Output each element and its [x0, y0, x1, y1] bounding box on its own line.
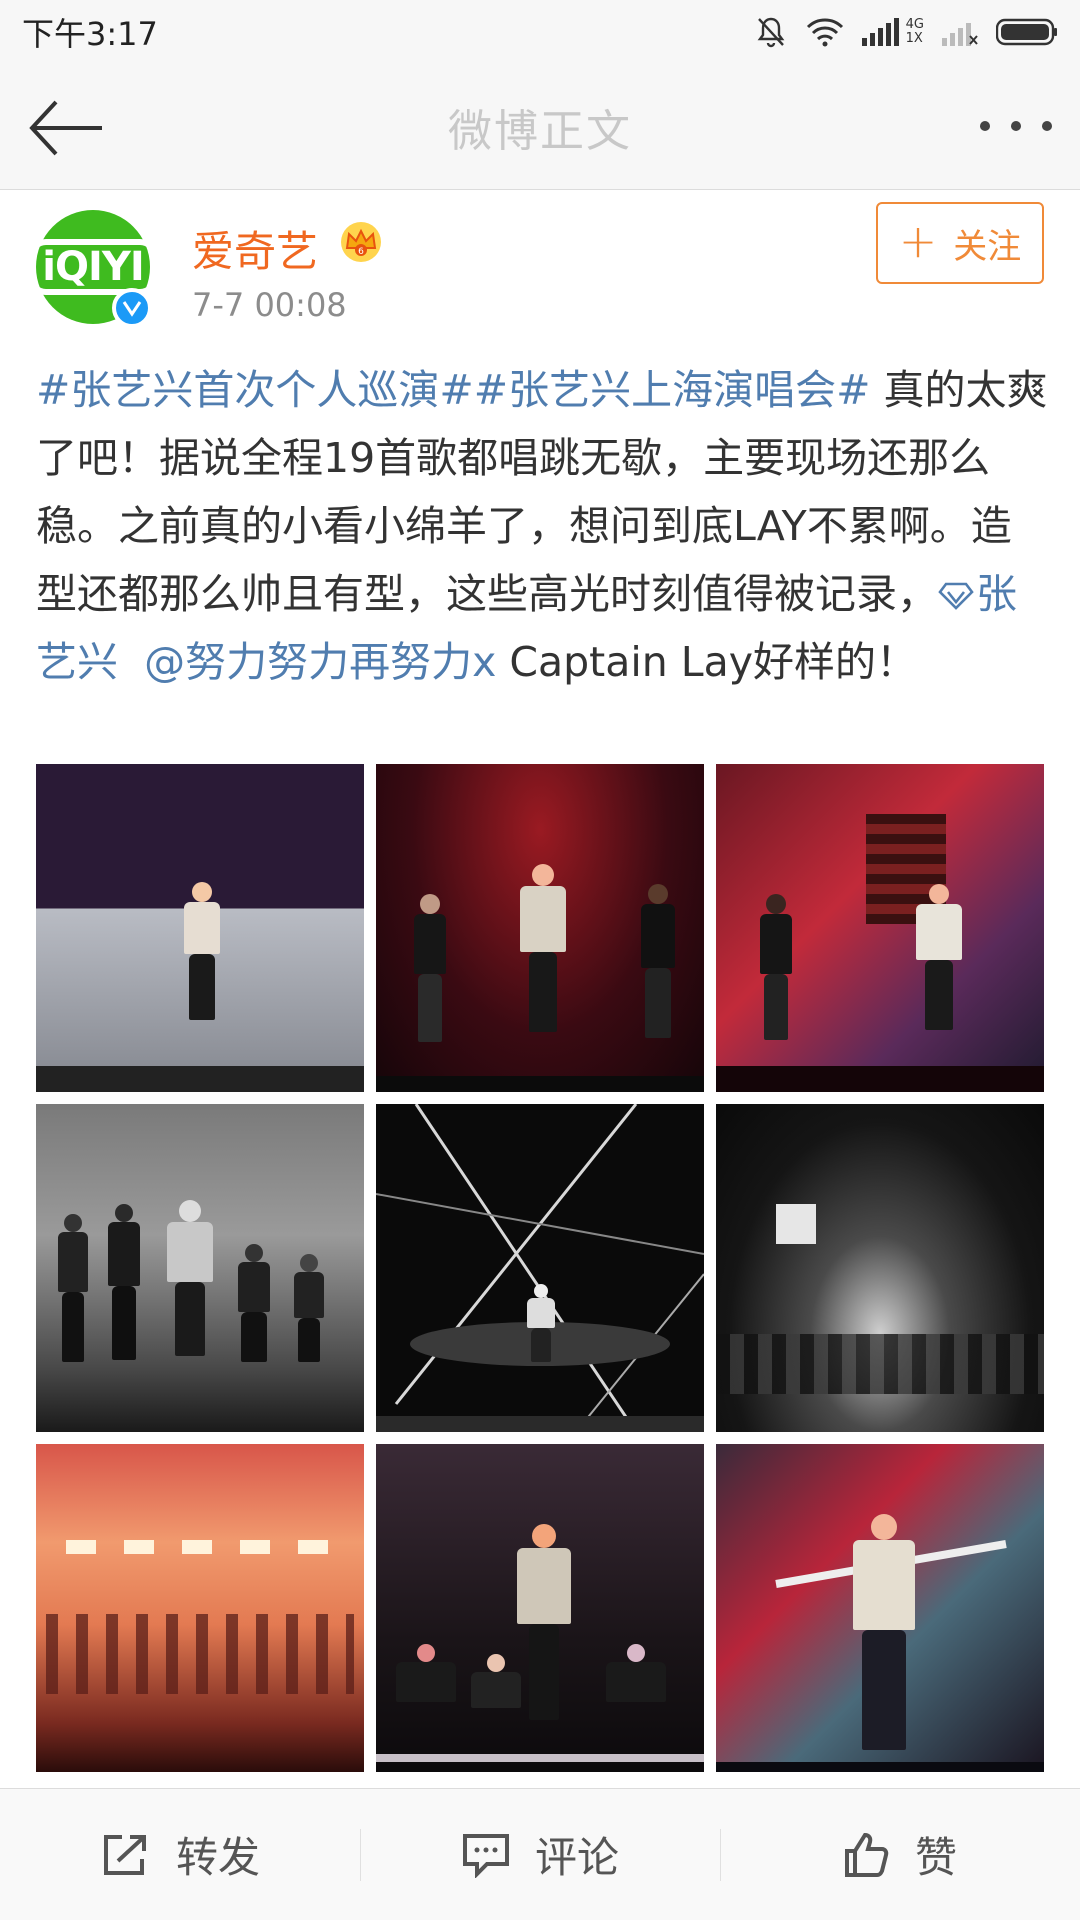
avatar-logo: iQIYI [28, 239, 158, 295]
post-tail: Captain Lay好样的！ [496, 638, 917, 686]
status-time: 下午3:17 [22, 15, 158, 53]
topic-link-shanghai[interactable]: #张艺兴上海演唱会# [474, 366, 871, 414]
photo-2[interactable] [376, 764, 704, 1092]
performer-figure [916, 884, 962, 1034]
photo-4[interactable] [36, 1104, 364, 1432]
plus-icon: + [898, 214, 938, 268]
performer-figure [526, 1284, 556, 1364]
signal-icon: 4G 1X [861, 17, 924, 46]
page-title: 微博正文 [448, 105, 632, 157]
user-name[interactable]: 爱奇艺 [192, 218, 318, 279]
repost-label: 转发 [175, 1833, 260, 1882]
image-grid [36, 764, 1044, 1772]
mute-bell-icon [757, 17, 785, 48]
bottom-action-bar: 转发 评论 赞 [0, 1788, 1080, 1920]
photo-9[interactable] [716, 1444, 1044, 1772]
more-icon[interactable] [980, 114, 1052, 138]
repost-button[interactable]: 转发 [0, 1789, 360, 1920]
comment-button[interactable]: 评论 [360, 1789, 720, 1920]
follow-label: 关注 [953, 226, 1022, 267]
topic-link-tour[interactable]: #张艺兴首次个人巡演# [36, 366, 474, 414]
verified-icon [112, 288, 152, 328]
photo-3[interactable] [716, 764, 1044, 1092]
photo-8[interactable] [376, 1444, 704, 1772]
post-header: iQIYI 爱奇艺 6 7-7 00:08 + 关注 [0, 190, 1080, 350]
back-arrow-icon[interactable] [26, 96, 106, 160]
nav-bar: 微博正文 [0, 64, 1080, 190]
performer-figure [520, 864, 566, 1034]
like-button[interactable]: 赞 [720, 1789, 1080, 1920]
performer-figure [852, 1514, 916, 1754]
repost-icon [103, 1834, 146, 1875]
comment-icon [462, 1833, 509, 1878]
post-text: #张艺兴首次个人巡演##张艺兴上海演唱会# 真的太爽了吧！据说全程19首歌都唱跳… [36, 356, 1048, 696]
photo-1[interactable] [36, 764, 364, 1092]
network-type-4g: 4G [905, 17, 924, 32]
mention-user[interactable]: @努力努力再努力x [144, 638, 496, 686]
performer-figure [182, 882, 222, 1022]
photo-6[interactable] [716, 1104, 1044, 1432]
svg-text:6: 6 [358, 247, 364, 257]
like-icon [844, 1832, 889, 1877]
photo-5[interactable] [376, 1104, 704, 1432]
performer-figure [166, 1200, 214, 1360]
signal-empty-icon [942, 23, 978, 46]
photo-7[interactable] [36, 1444, 364, 1772]
status-bar: 下午3:17 4G 1X [0, 0, 1080, 64]
battery-icon [996, 18, 1057, 46]
vip-crown-icon[interactable]: 6 [338, 218, 384, 264]
comment-label: 评论 [534, 1833, 619, 1882]
link-diamond-icon [938, 582, 974, 610]
follow-button[interactable]: + 关注 [876, 202, 1044, 284]
like-label: 赞 [914, 1833, 957, 1882]
post-timestamp: 7-7 00:08 [192, 286, 347, 324]
network-type-1x: 1X [905, 31, 923, 46]
status-icons: 4G 1X [754, 15, 1058, 49]
wifi-icon [806, 18, 843, 47]
